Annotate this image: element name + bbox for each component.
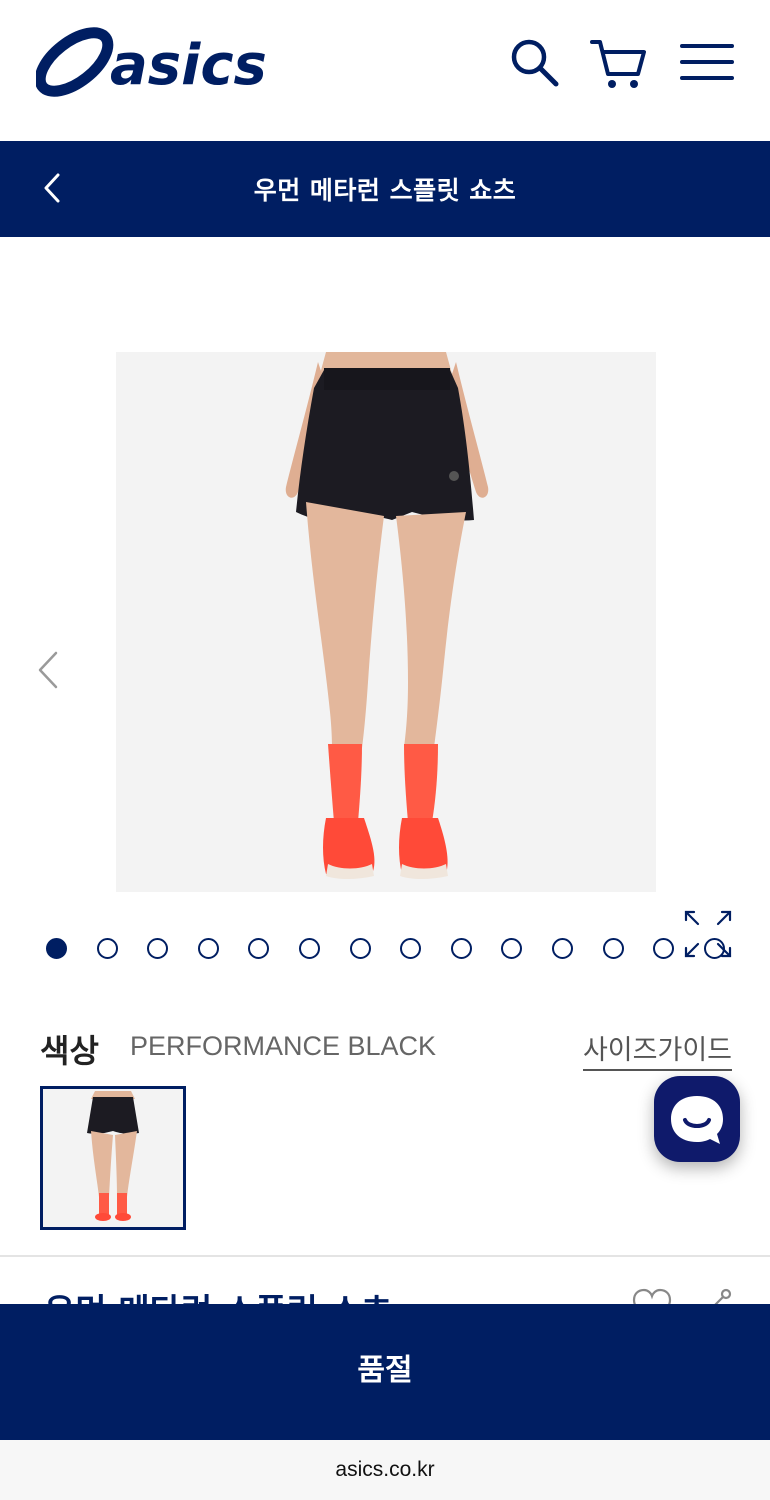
- asics-logo[interactable]: asics: [34, 22, 276, 102]
- site-header: asics: [0, 0, 770, 140]
- color-swatch-thumbnail: [43, 1089, 183, 1227]
- pagination-dot[interactable]: [197, 938, 219, 959]
- pagination-dot[interactable]: [299, 938, 320, 959]
- color-selector-row: 색상 PERFORMANCE BLACK 사이즈가이드: [40, 1024, 732, 1074]
- menu-icon[interactable]: [678, 34, 734, 90]
- chevron-left-icon[interactable]: [30, 647, 70, 693]
- expand-icon[interactable]: [680, 906, 736, 962]
- pagination-dot[interactable]: [552, 938, 573, 959]
- color-swatch[interactable]: [40, 1086, 186, 1230]
- pagination-dot[interactable]: [602, 938, 624, 959]
- page-title-bar: 우먼 메타런 스플릿 쇼츠: [0, 141, 770, 237]
- size-guide-link[interactable]: 사이즈가이드: [582, 1028, 732, 1071]
- product-photo: [116, 352, 656, 892]
- browser-url-bar[interactable]: asics.co.kr: [0, 1440, 770, 1500]
- product-name: 우먼 메타런 스플릿 쇼츠: [44, 1284, 392, 1304]
- search-icon[interactable]: [506, 34, 562, 90]
- sold-out-button[interactable]: 품절: [0, 1304, 770, 1440]
- asics-logo-mark: asics: [34, 27, 267, 98]
- url-text: asics.co.kr: [335, 1458, 435, 1481]
- product-image[interactable]: [116, 352, 656, 892]
- logo-wordmark: asics: [110, 33, 267, 98]
- cart-icon[interactable]: [590, 34, 646, 90]
- pagination-dot[interactable]: [46, 938, 67, 959]
- product-gallery[interactable]: [0, 237, 770, 997]
- color-value: PERFORMANCE BLACK: [130, 1031, 437, 1061]
- pagination-dot[interactable]: [96, 938, 118, 959]
- page-title: 우먼 메타런 스플릿 쇼츠: [253, 176, 517, 205]
- pagination-dot[interactable]: [450, 938, 472, 959]
- pagination-dot[interactable]: [349, 938, 371, 959]
- section-divider: [0, 1255, 770, 1257]
- color-label: 색상: [40, 1032, 99, 1070]
- chat-bubble-icon: [671, 1096, 723, 1144]
- chat-button[interactable]: [654, 1076, 740, 1162]
